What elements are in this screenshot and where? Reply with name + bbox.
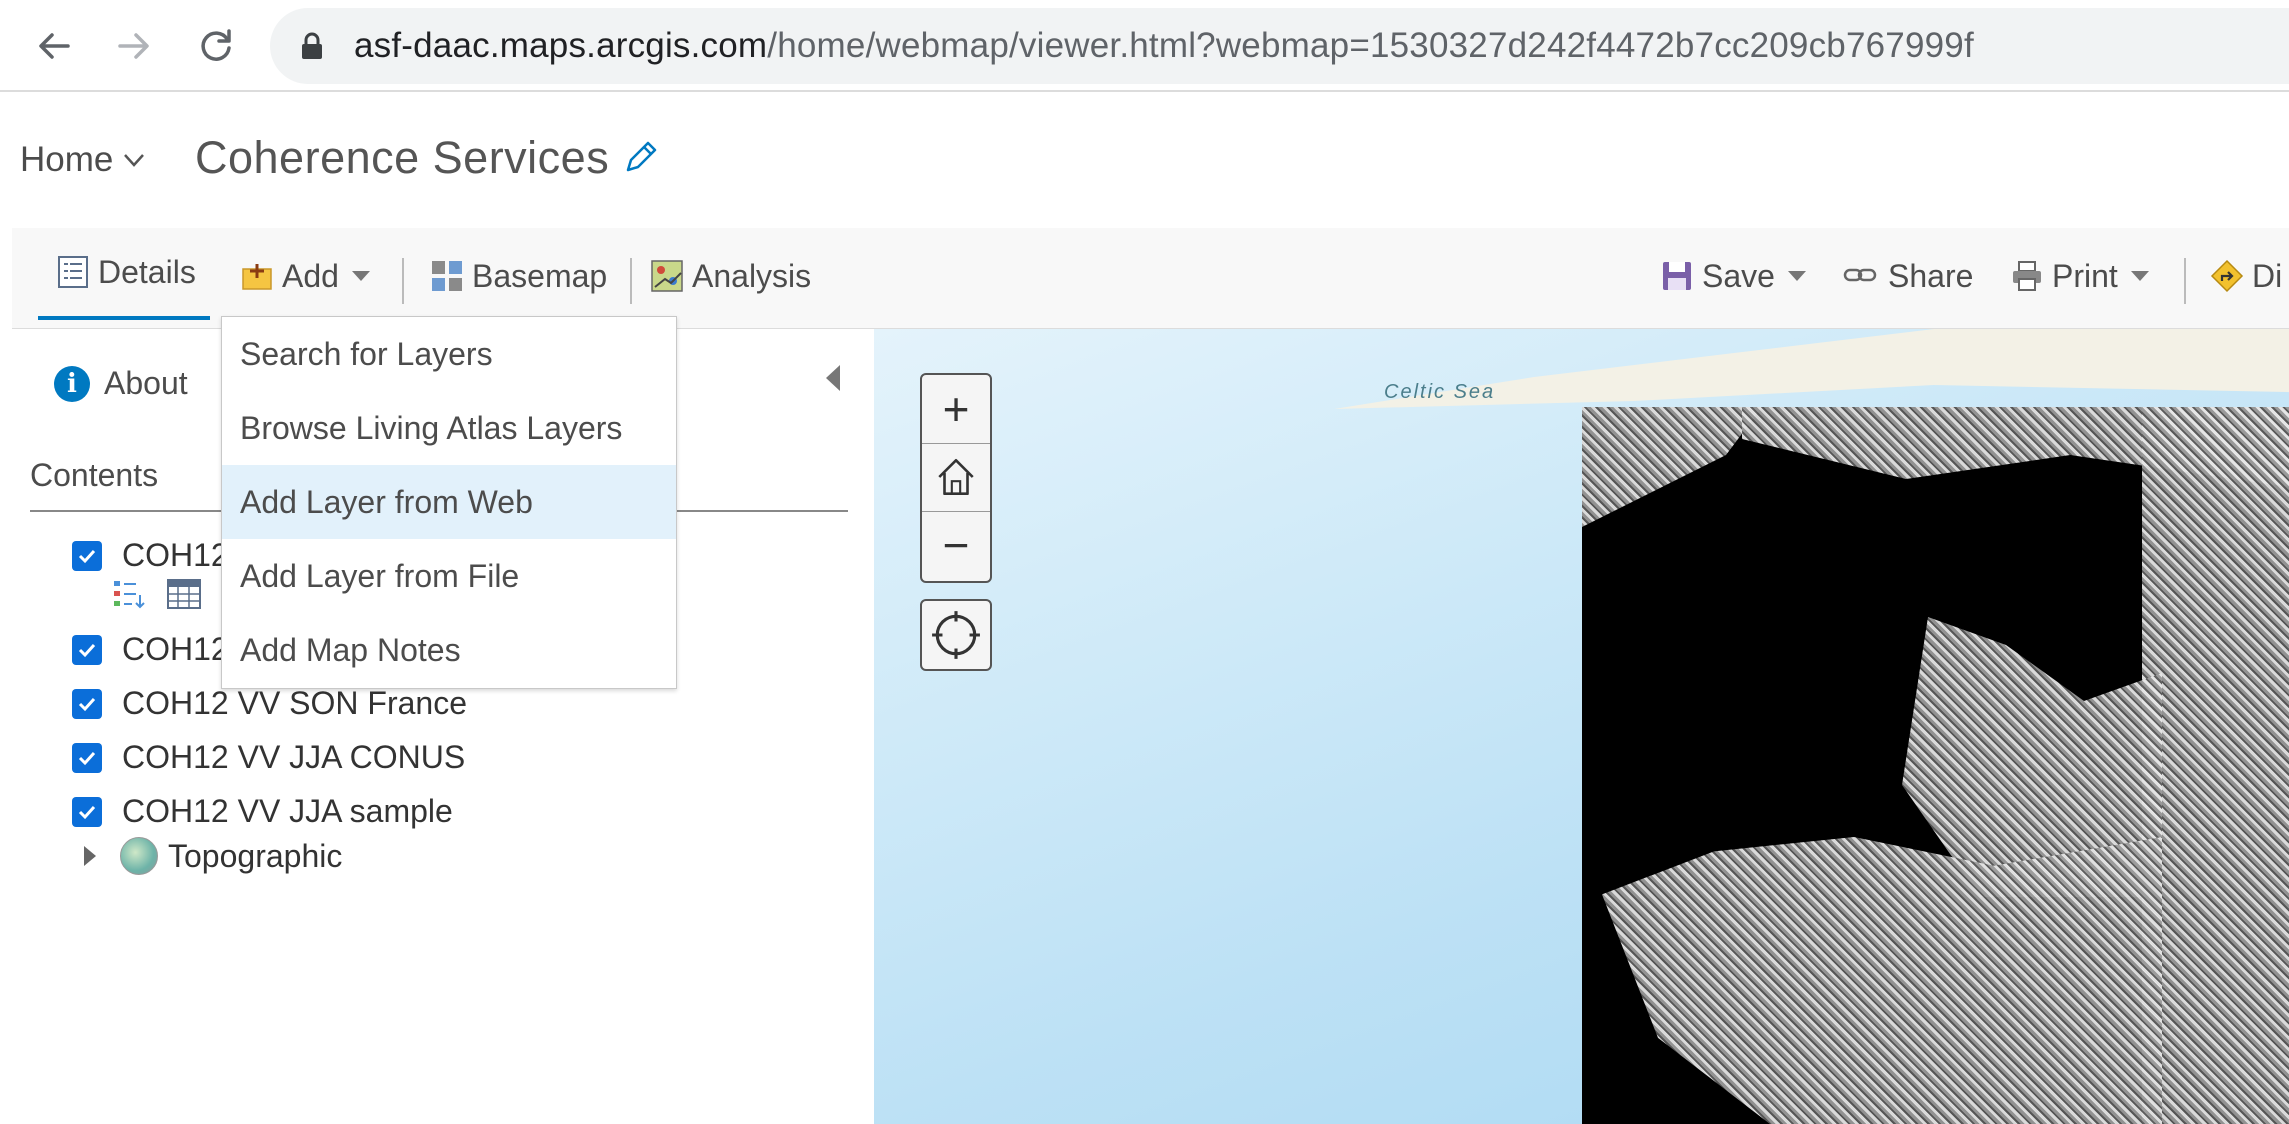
layer-label[interactable]: COH12 <box>122 537 229 574</box>
basemap-button[interactable]: Basemap <box>430 228 607 324</box>
raster-land-patch <box>1582 407 1762 527</box>
pencil-edit-icon[interactable] <box>622 138 660 176</box>
layer-checkbox[interactable] <box>72 796 102 827</box>
layer-tools <box>112 577 202 611</box>
layer-label[interactable]: COH12 VV JJA sample <box>122 793 453 830</box>
expand-arrow-icon[interactable] <box>82 844 98 868</box>
back-arrow-icon[interactable] <box>28 20 80 72</box>
address-bar[interactable]: asf-daac.maps.arcgis.com/home/webmap/vie… <box>270 8 2289 84</box>
layer-label[interactable]: COH12 VV SON France <box>122 685 467 722</box>
directions-sign-icon <box>2210 259 2244 293</box>
collapse-panel-icon[interactable] <box>824 363 842 393</box>
analysis-map-icon <box>651 260 683 292</box>
locate-crosshair-icon <box>932 611 980 659</box>
menu-item-browse-living-atlas[interactable]: Browse Living Atlas Layers <box>222 391 676 465</box>
add-dropdown-menu: Search for Layers Browse Living Atlas La… <box>221 316 677 689</box>
locate-button[interactable] <box>920 599 992 671</box>
share-button[interactable]: Share <box>1840 228 1973 324</box>
app-header: Home Coherence Services <box>0 92 2289 227</box>
layer-item[interactable]: COH12 VV JJA sample <box>72 793 453 830</box>
zoom-in-button[interactable]: + <box>922 375 990 443</box>
layer-item[interactable]: COH12 <box>72 537 229 574</box>
raster-land-patch <box>1602 837 2162 1124</box>
details-icon <box>58 256 88 288</box>
main-toolbar: Details Add Basemap Analysis Save Share … <box>12 228 2289 329</box>
save-button[interactable]: Save <box>1660 228 1807 324</box>
map-view[interactable]: Celtic Sea + − <box>874 329 2289 1124</box>
chevron-down-icon <box>1787 271 1806 281</box>
globe-icon <box>120 837 158 875</box>
save-disk-icon <box>1663 262 1691 290</box>
layer-label[interactable]: COH12 <box>122 631 229 668</box>
chevron-down-icon <box>351 271 370 281</box>
basemap-layer-item[interactable]: Topographic <box>82 837 342 875</box>
chevron-down-icon <box>124 154 145 167</box>
attribute-table-icon[interactable] <box>166 577 202 611</box>
directions-button[interactable]: Di <box>2210 228 2282 324</box>
contents-label: Contents <box>30 457 159 493</box>
layer-checkbox[interactable] <box>72 634 102 665</box>
menu-item-add-layer-from-file[interactable]: Add Layer from File <box>222 539 676 613</box>
basemap-layer-label[interactable]: Topographic <box>168 838 342 875</box>
print-button[interactable]: Print <box>2010 228 2150 324</box>
home-menu[interactable]: Home <box>20 140 145 180</box>
analysis-button[interactable]: Analysis <box>650 228 811 324</box>
home-icon <box>938 458 974 496</box>
map-title: Coherence Services <box>195 132 610 183</box>
toolbar-divider <box>2184 258 2186 304</box>
layer-label[interactable]: COH12 VV JJA CONUS <box>122 739 465 776</box>
zoom-out-button[interactable]: − <box>922 511 990 579</box>
lock-icon[interactable] <box>300 32 324 60</box>
forward-arrow-icon[interactable] <box>108 20 160 72</box>
reload-icon[interactable] <box>190 20 242 72</box>
chevron-down-icon <box>2130 271 2149 281</box>
raster-land-patch <box>2142 407 2289 1124</box>
url-text[interactable]: asf-daac.maps.arcgis.com/home/webmap/vie… <box>354 26 1974 66</box>
sea-label: Celtic Sea <box>1384 381 1496 403</box>
layer-item[interactable]: COH12 VV JJA CONUS <box>72 739 465 776</box>
layer-checkbox[interactable] <box>72 540 102 571</box>
layer-item[interactable]: COH12 VV SON France <box>72 685 467 722</box>
add-layer-icon <box>242 264 272 290</box>
menu-item-add-layer-from-web[interactable]: Add Layer from Web <box>222 465 676 539</box>
home-extent-button[interactable] <box>922 443 990 511</box>
add-button[interactable]: Add <box>240 228 371 324</box>
zoom-control: + − <box>920 373 992 583</box>
about-button[interactable]: i About <box>54 365 188 402</box>
menu-item-add-map-notes[interactable]: Add Map Notes <box>222 613 676 687</box>
home-label[interactable]: Home <box>20 140 113 180</box>
toolbar-divider <box>630 258 632 304</box>
menu-item-search-layers[interactable]: Search for Layers <box>222 317 676 391</box>
layer-item[interactable]: COH12 <box>72 631 229 668</box>
legend-icon[interactable] <box>112 577 148 611</box>
coherence-raster <box>1582 407 2289 1124</box>
layer-checkbox[interactable] <box>72 688 102 719</box>
info-icon: i <box>54 365 90 402</box>
details-button[interactable]: Details <box>38 228 210 320</box>
share-link-icon <box>1843 268 1877 282</box>
printer-icon <box>2013 261 2041 291</box>
toolbar-divider <box>402 258 404 304</box>
basemap-grid-icon <box>432 261 462 291</box>
layer-checkbox[interactable] <box>72 742 102 773</box>
browser-toolbar: asf-daac.maps.arcgis.com/home/webmap/vie… <box>0 0 2289 92</box>
